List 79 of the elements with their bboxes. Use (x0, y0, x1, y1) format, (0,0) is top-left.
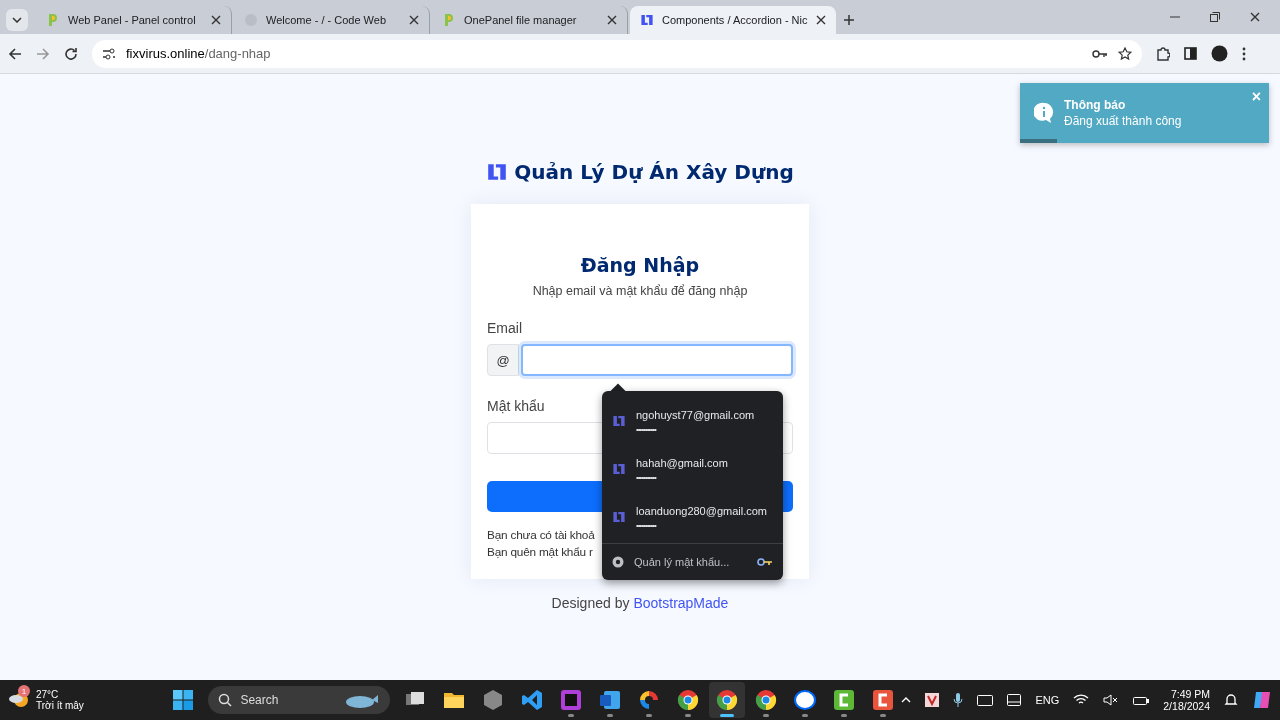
close-tab-icon[interactable] (607, 15, 617, 25)
browser-icon (755, 689, 778, 711)
avatar-icon[interactable] (1211, 45, 1228, 62)
browser-tab[interactable]: Components / Accordion - Nic (630, 6, 836, 34)
site-title: Quản Lý Dự Án Xây Dựng (514, 160, 794, 184)
key-icon (757, 558, 773, 566)
plus-icon (842, 14, 855, 26)
app-icon (872, 689, 895, 711)
chevron-down-icon (12, 17, 22, 23)
star-icon[interactable] (1118, 46, 1132, 61)
battery-icon[interactable] (1133, 694, 1150, 706)
url-text: fixvirus.online/dang-nhap (126, 46, 272, 61)
logo-icon (486, 161, 509, 183)
menu-icon[interactable] (1242, 46, 1246, 61)
email-field[interactable] (521, 344, 793, 376)
app-icon[interactable] (925, 693, 940, 707)
copilot-icon[interactable] (1252, 690, 1272, 710)
footer-text: Designed by (551, 595, 630, 611)
logo-icon (640, 13, 654, 27)
cube-icon (482, 689, 505, 711)
document-app-icon (599, 689, 622, 711)
account-option[interactable]: loanduong280@gmail.com ••••••••••• (602, 493, 783, 541)
taskbar-search[interactable]: Search (208, 686, 391, 714)
close-window-icon[interactable] (1250, 12, 1260, 22)
manage-passwords-item[interactable]: Quản lý mật khẩu... (602, 543, 783, 580)
code-editor-icon (521, 689, 544, 711)
logo-icon (612, 510, 626, 524)
app-icon (833, 689, 856, 711)
side-panel-icon[interactable] (1184, 47, 1197, 60)
p-logo-icon (442, 13, 456, 27)
p-logo-icon (46, 13, 60, 27)
puzzle-icon[interactable] (1156, 46, 1170, 61)
login-subtitle: Nhập email và mật khẩu để đăng nhập (531, 284, 749, 298)
chat-app-icon (794, 689, 817, 711)
muted-speaker-icon[interactable] (1103, 694, 1120, 706)
clock-time[interactable]: 7:49 PM (1170, 688, 1210, 700)
toast-message: Đăng xuất thành công (1064, 114, 1182, 128)
help-text: Bạn quên mật khẩu r (487, 544, 594, 561)
site-settings-icon (102, 47, 116, 60)
language-indicator[interactable]: ENG (1035, 694, 1060, 706)
info-icon (1034, 102, 1054, 124)
footer-link[interactable]: BootstrapMade (633, 595, 729, 611)
reload-icon[interactable] (64, 46, 78, 61)
field-label: Email (487, 320, 523, 336)
keyboard-icon[interactable] (977, 694, 994, 706)
close-tab-icon[interactable] (815, 15, 826, 25)
wifi-icon[interactable] (1073, 694, 1090, 706)
app-icon (560, 689, 583, 711)
clock-date[interactable]: 2/18/2024 (1163, 700, 1210, 712)
login-heading: Đăng Nhập (579, 254, 701, 276)
tab-search-button[interactable] (6, 9, 28, 31)
restore-icon[interactable] (1210, 12, 1220, 22)
field-label: Mật khẩu (487, 398, 546, 414)
logo-icon (612, 414, 626, 428)
browser-icon (677, 689, 700, 711)
bell-icon[interactable] (1224, 693, 1238, 707)
temperature: 27°C (36, 689, 60, 700)
back-icon[interactable] (8, 46, 22, 61)
notification-badge: 1 (18, 685, 30, 697)
toast-title: Thông báo (1064, 98, 1127, 112)
chevron-up-icon[interactable] (901, 697, 912, 703)
close-tab-icon[interactable] (409, 15, 419, 25)
tablet-icon[interactable] (1007, 694, 1022, 706)
key-icon[interactable] (1092, 48, 1108, 59)
search-icon (218, 693, 233, 707)
account-option[interactable]: hahah@gmail.com ••••••••••• (602, 445, 783, 493)
help-text: Bạn chưa có tài khoả (487, 527, 596, 544)
close-tab-icon[interactable] (211, 15, 221, 25)
weather-text: Trời ít mây (36, 700, 84, 711)
address-bar[interactable]: fixvirus.online/dang-nhap (92, 39, 1142, 68)
logo-icon (612, 462, 626, 476)
input-prefix: @ (487, 344, 519, 376)
windows-logo-icon (173, 690, 194, 710)
swirl-icon (638, 689, 661, 711)
taskbar-app[interactable] (709, 682, 746, 718)
browser-icon (716, 689, 739, 711)
microphone-icon[interactable] (953, 693, 964, 707)
browser-icon (612, 556, 624, 568)
account-option[interactable]: ngohuyst77@gmail.com ••••••••••• (602, 397, 783, 445)
